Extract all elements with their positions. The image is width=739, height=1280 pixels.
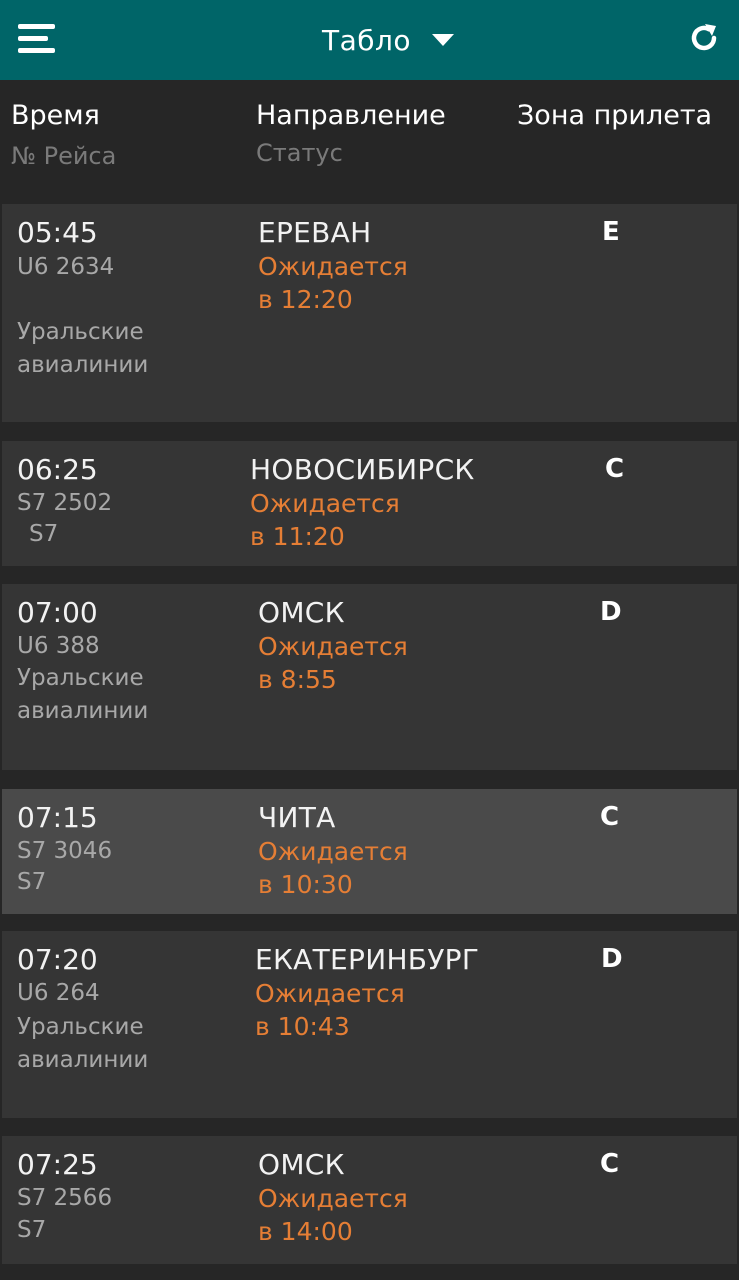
destination-city: ЧИТА	[258, 801, 336, 834]
flight-time: 07:20	[17, 943, 98, 976]
airline-name: Уральские авиалинии	[17, 665, 149, 724]
flight-number: S7 3046	[17, 838, 113, 864]
flight-row[interactable]: 05:45 U6 2634 Уральские авиалинии ЕРЕВАН…	[2, 204, 737, 422]
flight-row[interactable]: 07:20 U6 264 Уральские авиалинии ЕКАТЕРИ…	[2, 931, 737, 1118]
flight-number: S7 2502	[17, 490, 113, 516]
toolbar-title: Табло	[322, 23, 412, 57]
flight-time: 07:00	[17, 596, 98, 629]
flight-row[interactable]: 06:25 S7 2502 S7 НОВОСИБИРСК Ожидается в…	[2, 441, 737, 566]
header-arrival-zone: Зона прилета	[517, 100, 713, 131]
flight-status: Ожидается в 14:00	[258, 1184, 408, 1246]
airline-name: Уральские авиалинии	[17, 1014, 149, 1073]
flight-status: Ожидается в 11:20	[250, 489, 400, 551]
arrival-zone: E	[602, 217, 620, 247]
destination-city: НОВОСИБИРСК	[250, 453, 475, 486]
header-direction: Направление	[256, 100, 446, 131]
header-status: Статус	[256, 139, 343, 167]
airline-name: S7	[29, 521, 59, 547]
flight-time: 06:25	[17, 453, 98, 486]
flight-time: 05:45	[17, 216, 98, 249]
flight-number: U6 264	[17, 980, 100, 1006]
caret-down-icon	[432, 34, 455, 46]
flight-status: Ожидается в 10:30	[258, 837, 408, 899]
flight-number: U6 2634	[17, 254, 115, 280]
airline-name: S7	[17, 1217, 47, 1243]
destination-city: ОМСК	[258, 596, 345, 629]
app-toolbar: Табло	[0, 0, 739, 80]
flight-row[interactable]: 07:00 U6 388 Уральские авиалинии ОМСК Ож…	[2, 584, 737, 770]
hamburger-menu-icon[interactable]	[18, 24, 56, 54]
flight-status: Ожидается в 12:20	[258, 252, 408, 314]
flight-row[interactable]: 07:25 S7 2566 S7 ОМСК Ожидается в 14:00 …	[2, 1136, 737, 1264]
board-selector-dropdown[interactable]: Табло	[322, 18, 455, 62]
arrival-zone: D	[601, 944, 623, 974]
arrival-zone: C	[600, 1149, 620, 1179]
arrival-zone: C	[605, 454, 625, 484]
flight-number: S7 2566	[17, 1185, 113, 1211]
flight-row-selected[interactable]: 07:15 S7 3046 S7 ЧИТА Ожидается в 10:30 …	[2, 789, 737, 914]
flight-time: 07:15	[17, 801, 98, 834]
destination-city: ОМСК	[258, 1148, 345, 1181]
airline-name: S7	[17, 869, 47, 895]
flight-time: 07:25	[17, 1148, 98, 1181]
header-time: Время	[11, 100, 100, 131]
destination-city: ЕКАТЕРИНБУРГ	[255, 943, 480, 976]
arrival-zone: C	[600, 802, 620, 832]
arrival-zone: D	[600, 597, 622, 627]
header-flight-number: № Рейса	[11, 142, 117, 170]
refresh-icon[interactable]	[688, 22, 720, 54]
destination-city: ЕРЕВАН	[258, 216, 372, 249]
flight-status: Ожидается в 8:55	[258, 632, 408, 694]
flight-status: Ожидается в 10:43	[255, 979, 405, 1041]
airline-name: Уральские авиалинии	[17, 319, 149, 378]
table-header: Время № Рейса Направление Статус Зона пр…	[0, 80, 739, 200]
flight-number: U6 388	[17, 633, 100, 659]
